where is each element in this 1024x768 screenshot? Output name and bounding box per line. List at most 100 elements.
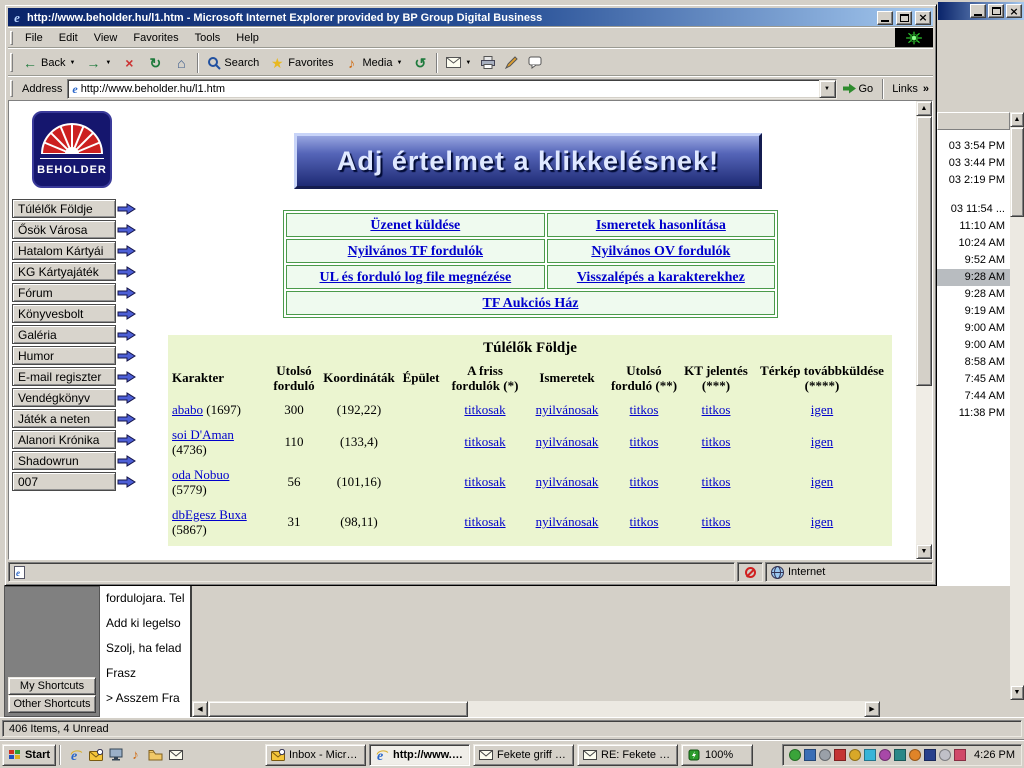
knowledge-link[interactable]: nyilvánosak [536,474,599,489]
launch-ie-icon[interactable]: e [67,746,84,763]
message-time[interactable]: 7:45 AM [937,371,1010,388]
sidebar-item-label[interactable]: Könyvesbolt [12,304,116,323]
sidebar-item[interactable]: E-mail regiszter [12,367,144,386]
kt-report-link[interactable]: titkos [702,474,731,489]
tray-printer-icon[interactable] [939,749,951,761]
home-button[interactable]: ⌂ [168,51,194,75]
quicklink[interactable]: Nyilvános TF fordulók [348,244,483,259]
char-link[interactable]: dbEgesz Buxa [172,507,247,522]
menu-help[interactable]: Help [228,29,267,47]
map-forward-link[interactable]: igen [811,402,833,417]
message-time[interactable]: 03 3:44 PM [937,155,1010,172]
char-link[interactable]: soi D'Aman [172,427,234,442]
sidebar-item[interactable]: Fórum [12,283,144,302]
launch-show-desktop-icon[interactable] [107,746,124,763]
message-time[interactable]: 9:28 AM [937,286,1010,303]
launch-media-icon[interactable] [127,746,144,763]
sidebar-item[interactable]: Túlélők Földje [12,199,144,218]
message-time[interactable]: 9:00 AM [937,320,1010,337]
sidebar-item-label[interactable]: Humor [12,346,116,365]
minimize-button[interactable] [877,11,893,25]
address-dropdown-button[interactable]: ▼ [819,80,836,98]
message-time[interactable]: 9:00 AM [937,337,1010,354]
menu-view[interactable]: View [86,29,126,47]
menu-file[interactable]: File [17,29,51,47]
message-time[interactable]: 8:58 AM [937,354,1010,371]
sidebar-item-label[interactable]: Galéria [12,325,116,344]
kt-report-link[interactable]: titkos [702,434,731,449]
message-time[interactable]: 9:19 AM [937,303,1010,320]
sidebar-item-label[interactable]: Alanori Krónika [12,430,116,449]
last-round-link[interactable]: titkos [630,434,659,449]
message-time[interactable]: 9:52 AM [937,252,1010,269]
media-button[interactable]: ♪ Media ▼ [338,51,407,75]
links-chevron-icon[interactable]: » [923,83,933,95]
sidebar-item[interactable]: Hatalom Kártyái [12,241,144,260]
fresh-rounds-link[interactable]: titkosak [464,434,505,449]
go-button[interactable]: Go [837,83,880,95]
fresh-rounds-link[interactable]: titkosak [464,514,505,529]
sidebar-item[interactable]: Vendégkönyv [12,388,144,407]
back-button[interactable]: ← Back ▼ [17,51,80,75]
back-dropdown-icon[interactable]: ▼ [69,60,75,66]
forward-dropdown-icon[interactable]: ▼ [105,60,111,66]
sidebar-item-label[interactable]: Fórum [12,283,116,302]
mail-button[interactable]: ▼ [441,51,476,75]
scroll-up-icon[interactable]: ▲ [1010,112,1024,127]
char-link[interactable]: ababo [172,402,203,417]
scrollbar-track[interactable] [1010,217,1024,685]
quicklink[interactable]: Üzenet küldése [370,218,460,233]
message-time[interactable]: 11:10 AM [937,218,1010,235]
scrollbar-thumb[interactable] [208,701,468,717]
tray-scheduler-icon[interactable] [849,749,861,761]
scroll-right-icon[interactable]: ▶ [864,701,880,717]
scrollbar-track[interactable] [916,386,932,544]
last-round-link[interactable]: titkos [630,474,659,489]
kt-report-link[interactable]: titkos [702,402,731,417]
scroll-left-icon[interactable]: ◀ [192,701,208,717]
sidebar-item-label[interactable]: Vendégkönyv [12,388,116,407]
sidebar-item[interactable]: Alanori Krónika [12,430,144,449]
sidebar-item-label[interactable]: Túlélők Földje [12,199,116,218]
menubar-grip[interactable] [10,31,13,45]
message-time[interactable]: 03 2:19 PM [937,172,1010,189]
sidebar-item-label[interactable]: E-mail regiszter [12,367,116,386]
tray-messenger-icon[interactable] [864,749,876,761]
addressbar-grip[interactable] [10,80,13,96]
print-button[interactable] [476,51,500,75]
ie-titlebar[interactable]: e http://www.beholder.hu/l1.htm - Micros… [8,8,933,27]
sidebar-item-label[interactable]: Shadowrun [12,451,116,470]
tray-network-icon[interactable] [819,749,831,761]
map-forward-link[interactable]: igen [811,434,833,449]
close-button[interactable]: × [915,11,931,25]
shortcut-bar-button[interactable]: My Shortcuts [8,677,96,695]
taskbar-task[interactable]: RE: Fekete grif... [577,744,678,766]
sidebar-item[interactable]: Játék a neten [12,409,144,428]
last-round-link[interactable]: titkos [630,514,659,529]
beholder-logo[interactable]: BEHOLDER [32,111,112,188]
sidebar-item[interactable]: Ősök Városa [12,220,144,239]
quicklink[interactable]: Visszalépés a karakterekhez [577,270,745,285]
message-time[interactable]: 03 11:54 ... [937,201,1010,218]
message-time[interactable]: 10:24 AM [937,235,1010,252]
last-round-link[interactable]: titkos [630,402,659,417]
message-time[interactable]: 11:38 PM [937,405,1010,422]
scrollbar-thumb[interactable] [1010,127,1024,217]
fresh-rounds-link[interactable]: titkosak [464,402,505,417]
tray-update-icon[interactable] [909,749,921,761]
bg-minimize-button[interactable] [970,4,986,18]
tray-display-icon[interactable] [804,749,816,761]
taskbar-task[interactable]: 100% [681,744,753,766]
stop-button[interactable]: × [116,51,142,75]
sidebar-item[interactable]: Humor [12,346,144,365]
sidebar-item[interactable]: Könyvesbolt [12,304,144,323]
bg-maximize-button[interactable] [988,4,1004,18]
forward-button[interactable]: → ▼ [80,51,116,75]
history-button[interactable]: ↺ [407,51,433,75]
start-button[interactable]: Start [2,744,56,766]
sidebar-item-label[interactable]: Hatalom Kártyái [12,241,116,260]
knowledge-link[interactable]: nyilvánosak [536,434,599,449]
menu-tools[interactable]: Tools [187,29,229,47]
scroll-down-icon[interactable]: ▼ [1010,685,1024,700]
bg-close-button[interactable]: × [1006,4,1022,18]
